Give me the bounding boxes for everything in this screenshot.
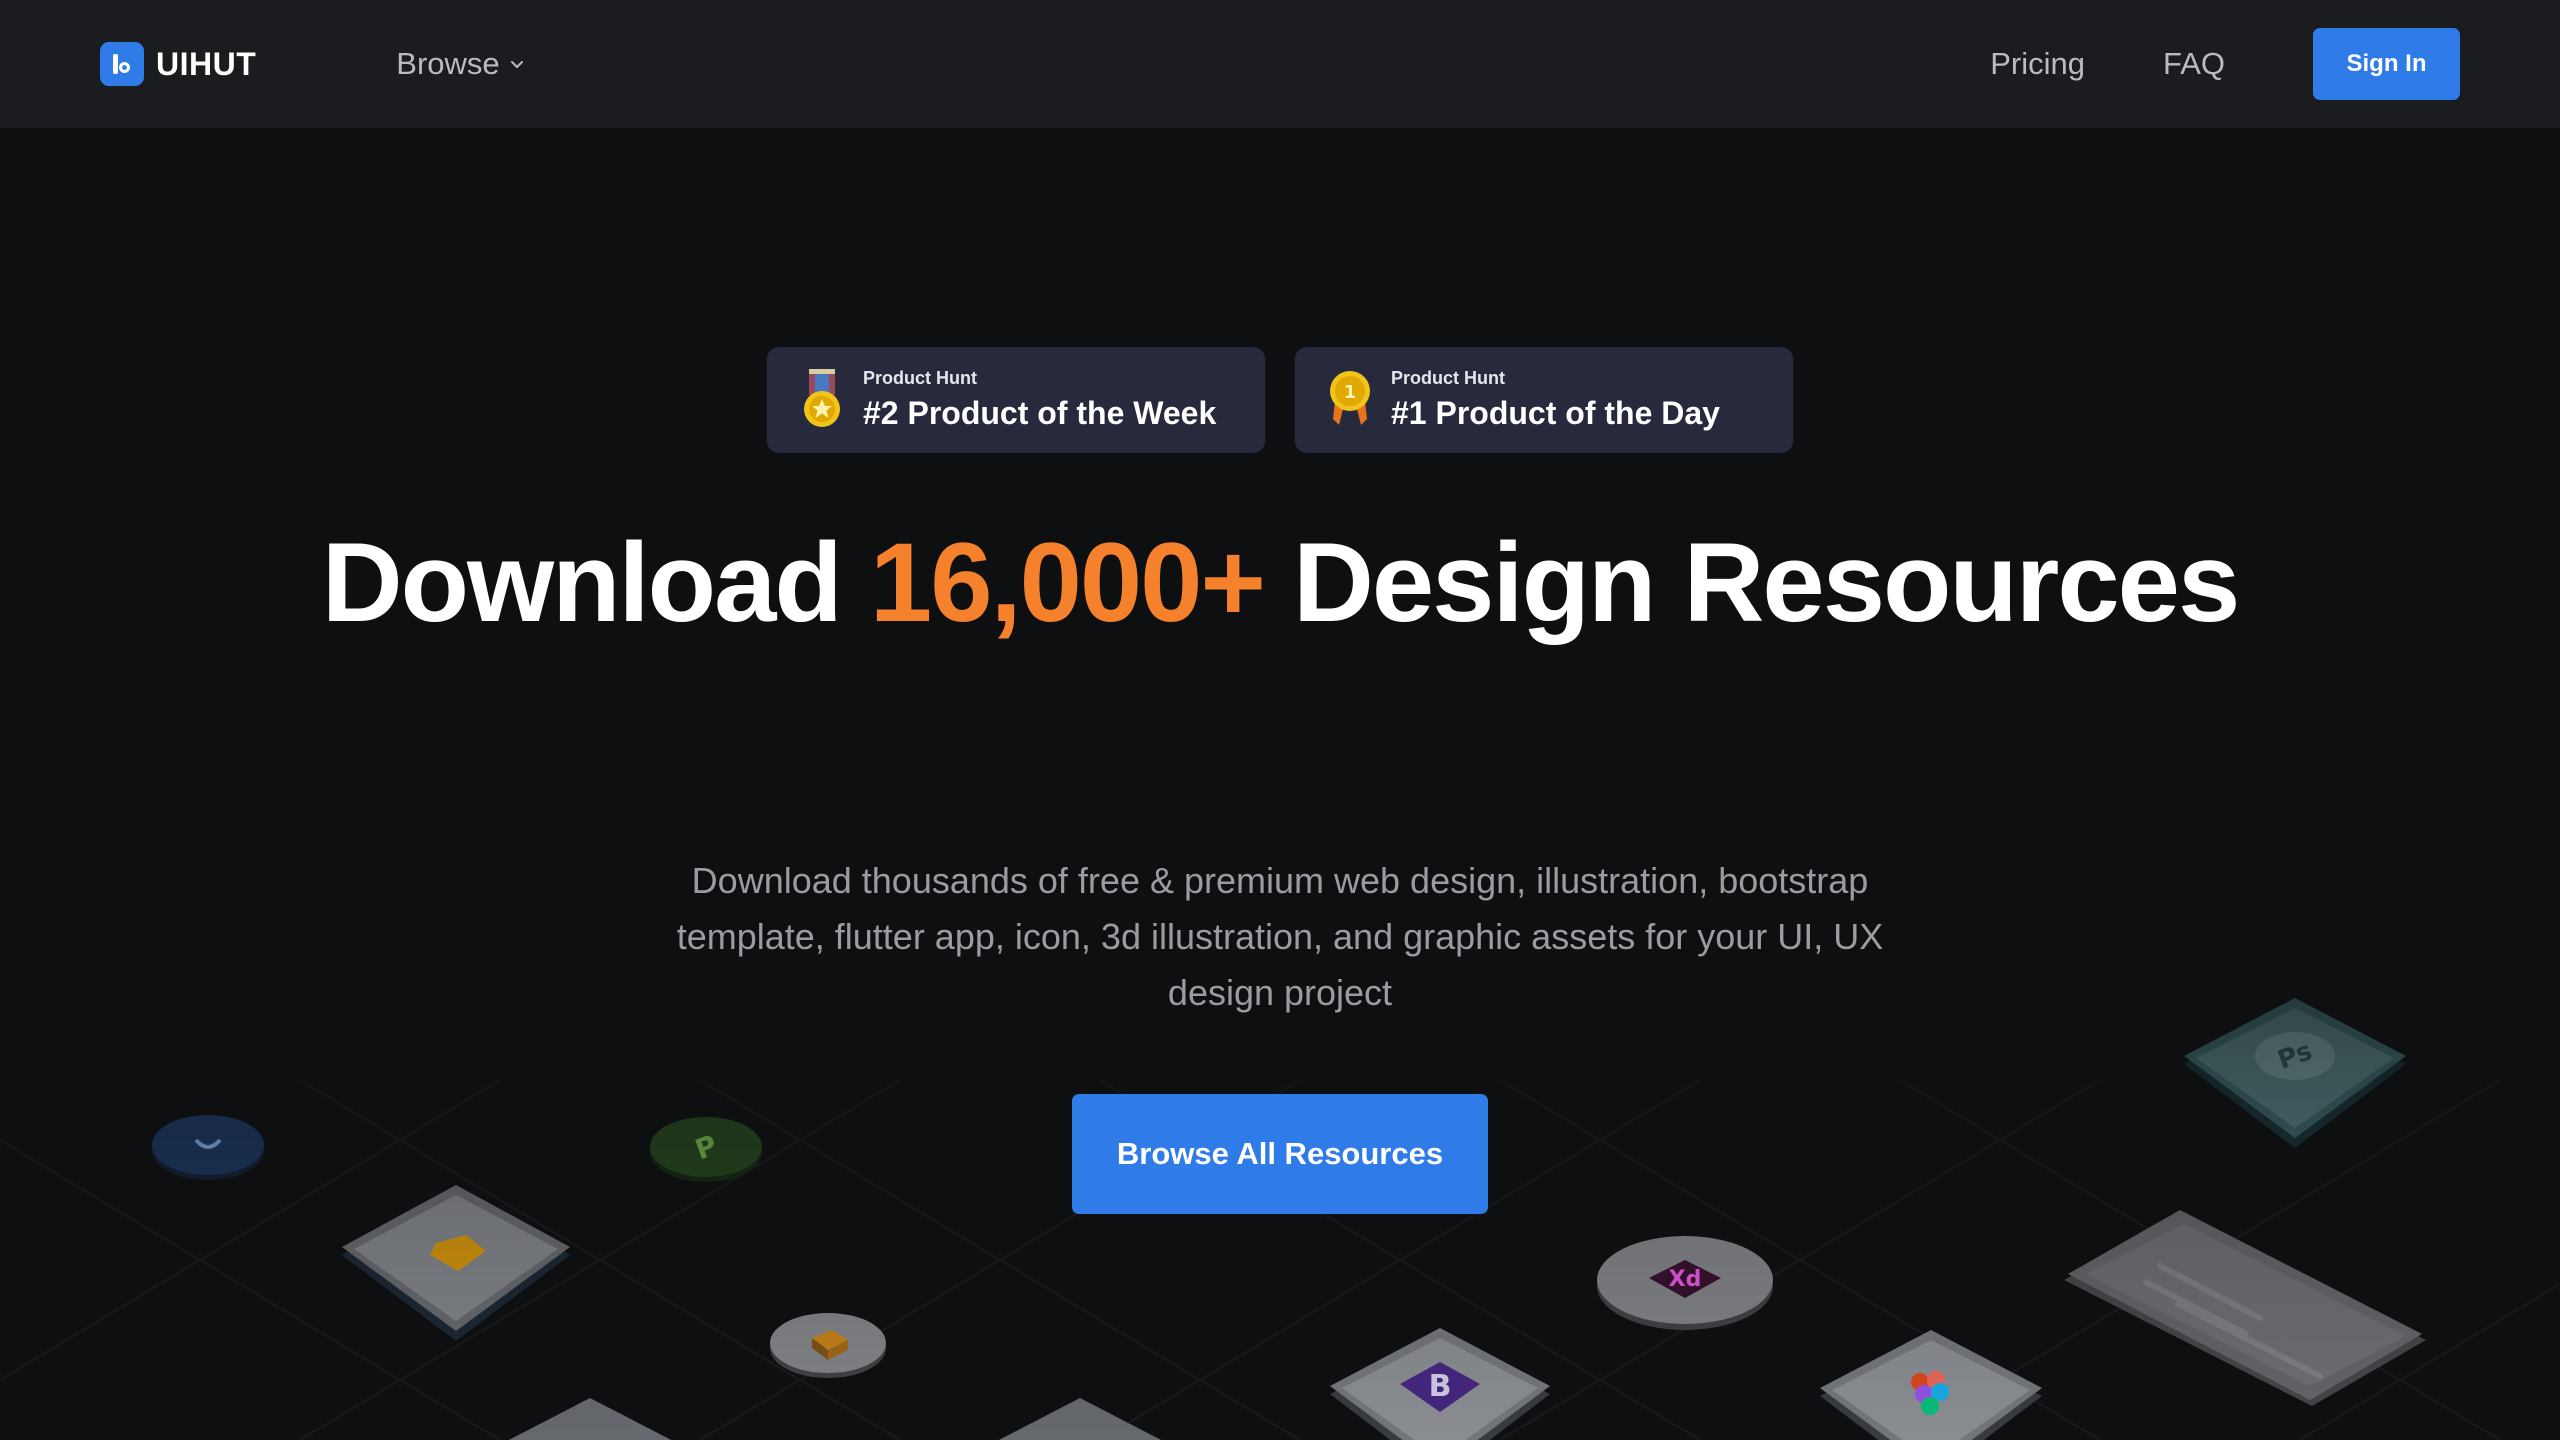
hero-headline: Download 16,000+ Design Resources — [0, 505, 2560, 661]
browse-menu[interactable]: Browse — [396, 46, 525, 82]
product-hunt-badges: Product Hunt #2 Product of the Week 1 Pr… — [767, 347, 1793, 453]
chevron-down-icon — [510, 61, 523, 68]
headline-text-end: Design Resources — [1263, 520, 2240, 645]
badge-title: #2 Product of the Week — [863, 395, 1217, 431]
medal-icon — [804, 369, 840, 427]
badge-product-of-the-week[interactable]: Product Hunt #2 Product of the Week — [767, 347, 1265, 453]
hero-subtext: Download thousands of free & premium web… — [676, 860, 1884, 1013]
badge-source: Product Hunt — [1391, 368, 1505, 388]
headline-text-start: Download — [321, 520, 870, 645]
badge-source: Product Hunt — [863, 368, 977, 388]
logo-text: UIHUT — [156, 45, 257, 82]
nav-faq-link[interactable]: FAQ — [2163, 46, 2225, 82]
headline-accent-count: 16,000+ — [869, 520, 1266, 645]
top-navbar: UIHUT Browse Pricing FAQ Sign In — [0, 0, 2560, 128]
badge-product-of-the-day[interactable]: 1 Product Hunt #1 Product of the Day — [1295, 347, 1793, 453]
nav-right: Pricing FAQ Sign In — [1990, 28, 2460, 100]
logo-mark-icon — [100, 42, 144, 86]
nav-pricing-link[interactable]: Pricing — [1990, 46, 2085, 82]
sign-in-button[interactable]: Sign In — [2313, 28, 2460, 100]
browse-label: Browse — [396, 46, 500, 81]
uihut-logo[interactable]: UIHUT — [100, 42, 256, 86]
svg-text:1: 1 — [1344, 382, 1357, 403]
badge-title: #1 Product of the Day — [1391, 395, 1720, 431]
ribbon-medal-icon: 1 — [1330, 371, 1370, 425]
browse-all-resources-button[interactable]: Browse All Resources — [1072, 1094, 1488, 1214]
